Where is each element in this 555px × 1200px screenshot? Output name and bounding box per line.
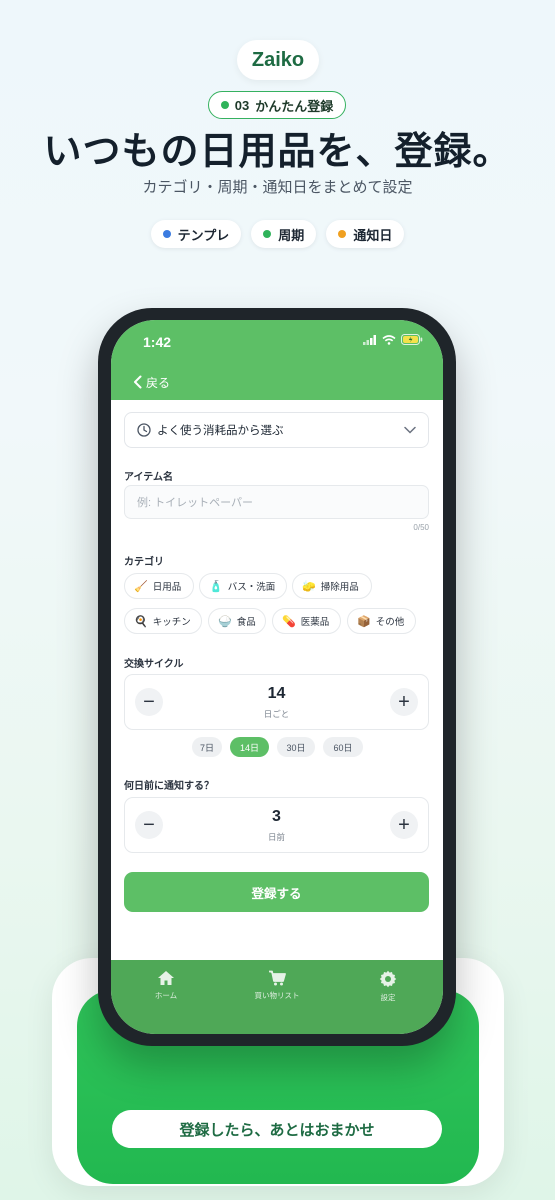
broom-icon: 🧹 [134, 580, 148, 593]
chevron-down-icon [404, 426, 416, 434]
app-logo: Zaiko [237, 40, 319, 80]
preset-60-days[interactable]: 60日 [323, 737, 363, 757]
category-chip-kitchen[interactable]: 🍳 キッチン [124, 608, 202, 634]
tab-home[interactable]: ホーム [111, 970, 221, 1001]
clock-icon [137, 423, 151, 437]
register-button[interactable]: 登録する [124, 872, 429, 912]
cart-icon [269, 970, 286, 986]
category-chip-label: 日用品 [152, 582, 182, 593]
tab-shopping-list[interactable]: 買い物リスト [222, 970, 332, 1001]
tab-settings[interactable]: 設定 [333, 970, 443, 1003]
feature-label: 周期 [278, 227, 305, 243]
phone-screen: 1:42 戻る よく使う消耗品から選ぶ アイテム名 例: トイレットペーパー 0… [111, 320, 443, 1034]
notify-unit: 日前 [267, 832, 285, 842]
signal-icon [363, 334, 376, 345]
category-chip-label: 食品 [236, 617, 256, 628]
char-counter: 0/50 [413, 523, 429, 532]
headline: いつもの日用品を、登録。 [43, 131, 512, 173]
category-chip-label: キッチン [152, 617, 191, 628]
gear-icon [379, 970, 397, 988]
box-icon: 📦 [357, 615, 371, 628]
template-select-label: よく使う消耗品から選ぶ [157, 425, 284, 437]
step-dot [220, 101, 229, 109]
preset-14-days[interactable]: 14日 [230, 737, 269, 757]
template-select[interactable]: よく使う消耗品から選ぶ [124, 412, 429, 448]
cycle-stepper: − 14 日ごと + [124, 674, 429, 730]
pill-icon: 💊 [282, 615, 296, 628]
subheadline: カテゴリ・周期・通知日をまとめて設定 [142, 179, 413, 196]
feature-label: テンプレ [177, 227, 230, 243]
notify-label: 何日前に通知する？ [124, 781, 214, 792]
nav-bar: 戻る [111, 364, 443, 400]
category-chip-cleaning[interactable]: 🧽 掃除用品 [292, 573, 372, 599]
category-chip-food[interactable]: 🍚 食品 [208, 608, 266, 634]
preset-7-days[interactable]: 7日 [192, 737, 222, 757]
category-chip-label: 掃除用品 [320, 582, 359, 593]
status-time: 1:42 [143, 334, 172, 350]
lotion-icon: 🧴 [209, 580, 223, 593]
feature-chip-template: テンプレ [150, 220, 242, 248]
tab-label: 設定 [380, 993, 396, 1002]
notify-increment-button[interactable]: + [390, 811, 418, 839]
cycle-increment-button[interactable]: + [390, 688, 418, 716]
feature-label: 通知日 [353, 227, 393, 243]
tab-label: 買い物リスト [254, 991, 300, 1000]
step-number: 03 [234, 97, 250, 113]
chevron-left-icon [134, 375, 142, 389]
cycle-value: 14 [267, 685, 286, 702]
tab-bar: ホーム 買い物リスト 設定 [111, 960, 443, 1034]
cycle-unit: 日ごと [263, 709, 290, 719]
category-chip-label: バス・洗面 [227, 582, 276, 593]
item-name-label: アイテム名 [124, 472, 173, 483]
category-chip-medicine[interactable]: 💊 医薬品 [272, 608, 341, 634]
tab-label: ホーム [154, 991, 178, 1000]
feature-chip-cycle: 周期 [251, 220, 317, 248]
step-badge: 03 かんたん登録 [208, 91, 346, 119]
status-bar: 1:42 [111, 320, 443, 364]
category-chip-label: 医薬品 [300, 617, 330, 628]
wifi-icon [382, 334, 396, 345]
category-chip-daily[interactable]: 🧹 日用品 [124, 573, 194, 599]
sponge-icon: 🧽 [302, 580, 316, 593]
form-content: よく使う消耗品から選ぶ アイテム名 例: トイレットペーパー 0/50 カテゴリ… [111, 400, 443, 960]
orange-dot [338, 230, 347, 238]
cycle-label: 交換サイクル [124, 659, 184, 670]
notify-stepper: − 3 日前 + [124, 797, 429, 853]
category-chip-other[interactable]: 📦 その他 [347, 608, 416, 634]
pan-icon: 🍳 [134, 615, 148, 628]
item-name-placeholder: 例: トイレットペーパー [137, 497, 254, 509]
category-chip-label: その他 [375, 617, 405, 628]
preset-30-days[interactable]: 30日 [277, 737, 315, 757]
category-chip-bath[interactable]: 🧴 バス・洗面 [199, 573, 287, 599]
rice-icon: 🍚 [218, 615, 232, 628]
cta-pill: 登録したら、あとはおまかせ [112, 1110, 442, 1148]
blue-dot [162, 230, 171, 238]
step-label: かんたん登録 [255, 98, 334, 114]
back-button[interactable]: 戻る [133, 374, 170, 391]
battery-icon [401, 334, 423, 345]
notify-value: 3 [272, 808, 281, 825]
home-icon [158, 971, 174, 985]
green-dot [263, 230, 272, 238]
item-name-input[interactable]: 例: トイレットペーパー [124, 485, 429, 519]
feature-chip-notify: 通知日 [326, 220, 405, 248]
category-label: カテゴリ [124, 557, 164, 568]
back-label: 戻る [146, 375, 171, 390]
status-icons [363, 334, 423, 345]
feature-chips: テンプレ 周期 通知日 [0, 220, 555, 248]
